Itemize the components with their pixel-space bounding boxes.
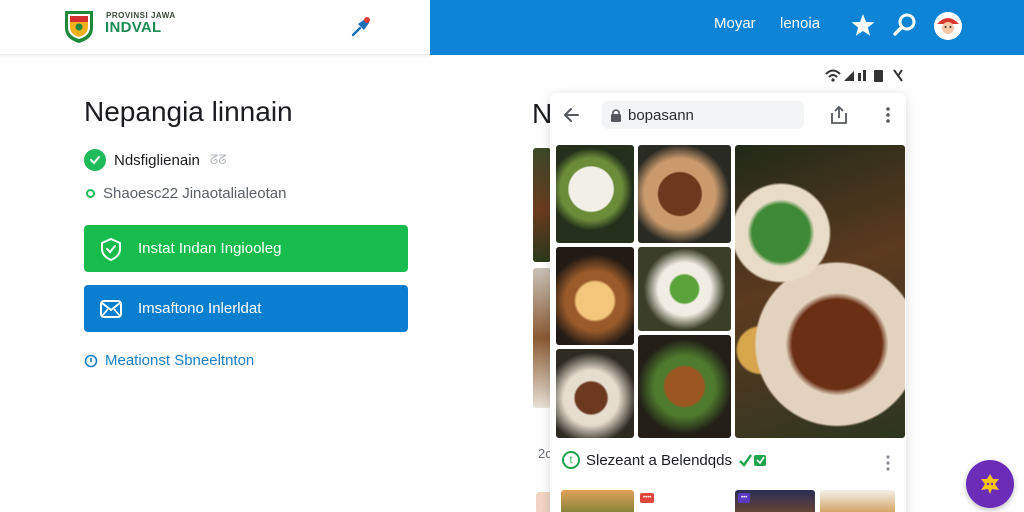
verified-label: Ndsfiglienain — [114, 151, 200, 169]
address-text: bopasann — [628, 106, 694, 124]
caption-more-icon[interactable] — [880, 453, 896, 473]
crest-logo-icon[interactable] — [62, 8, 96, 44]
food-tile[interactable] — [556, 247, 634, 345]
address-bar[interactable]: bopasann — [602, 101, 804, 129]
thumbnail-badge: •••• — [640, 493, 655, 503]
browser-card: bopasann t Slezeant a Belendqds •••• ••• — [550, 93, 906, 512]
caption-clock-icon: t — [562, 451, 580, 469]
status-bar-icons — [825, 69, 903, 82]
lock-icon — [611, 109, 621, 122]
avatar-face-icon — [934, 12, 962, 40]
brand-name[interactable]: INDVAL — [105, 19, 162, 36]
food-tile[interactable] — [638, 145, 731, 243]
food-tile[interactable] — [638, 247, 731, 331]
nav-link-1[interactable]: Moyar — [714, 15, 756, 32]
thumbnail-badge: ••• — [738, 493, 751, 503]
assistant-fab[interactable] — [966, 460, 1014, 508]
star-icon[interactable] — [850, 12, 876, 38]
pin-icon[interactable] — [350, 14, 374, 38]
food-tile[interactable] — [556, 145, 634, 243]
subline-text: Shaoesc22 Jinaotalialeotan — [103, 185, 287, 202]
verified-row: Ndsfiglienain ᘔᘔ — [84, 148, 227, 172]
caption-text: Slezeant a Belendqds — [586, 451, 732, 469]
more-link-label: Meationst Sbneeltnton — [105, 352, 255, 369]
info-button[interactable]: Imsaftono Inlerldat — [84, 285, 408, 332]
avatar[interactable] — [934, 12, 962, 40]
verified-badge: ᘔᘔ — [209, 152, 227, 167]
nav-link-2[interactable]: lenoia — [780, 15, 820, 32]
verified-check-icon — [84, 149, 106, 171]
food-tile-large[interactable] — [735, 145, 905, 438]
browser-toolbar: bopasann — [550, 93, 906, 137]
install-button[interactable]: Instat Indan Ingiooleg — [84, 225, 408, 272]
sparkle-icon — [981, 474, 999, 494]
leaf-badge-icon — [739, 454, 766, 467]
status-dot-icon — [86, 189, 95, 198]
share-icon[interactable] — [828, 104, 850, 126]
back-arrow-icon[interactable] — [562, 105, 582, 125]
mail-icon — [100, 299, 122, 318]
thumbnail[interactable] — [561, 490, 634, 512]
food-tile[interactable] — [556, 349, 634, 438]
info-button-label: Imsaftono Inlerldat — [138, 300, 262, 317]
food-tile[interactable] — [638, 335, 731, 438]
page-title: Nepangia linnain — [84, 96, 293, 127]
install-button-label: Instat Indan Ingiooleg — [138, 240, 282, 257]
info-circle-icon — [84, 354, 98, 367]
caption-row[interactable]: t Slezeant a Belendqds — [562, 451, 768, 469]
search-icon[interactable] — [892, 12, 918, 38]
thumbnail[interactable] — [820, 490, 895, 512]
more-options-icon[interactable] — [878, 105, 898, 125]
more-link[interactable]: Meationst Sbneeltnton — [84, 352, 254, 369]
subline: Shaoesc22 Jinaotalialeotan — [86, 185, 286, 202]
food-image-grid — [556, 145, 906, 438]
behind-food-image — [533, 268, 551, 408]
page: PROVINSI JAWA INDVAL Moyar lenoia Nepang… — [0, 0, 1024, 512]
shield-check-icon — [101, 237, 121, 261]
behind-food-image — [533, 148, 551, 262]
